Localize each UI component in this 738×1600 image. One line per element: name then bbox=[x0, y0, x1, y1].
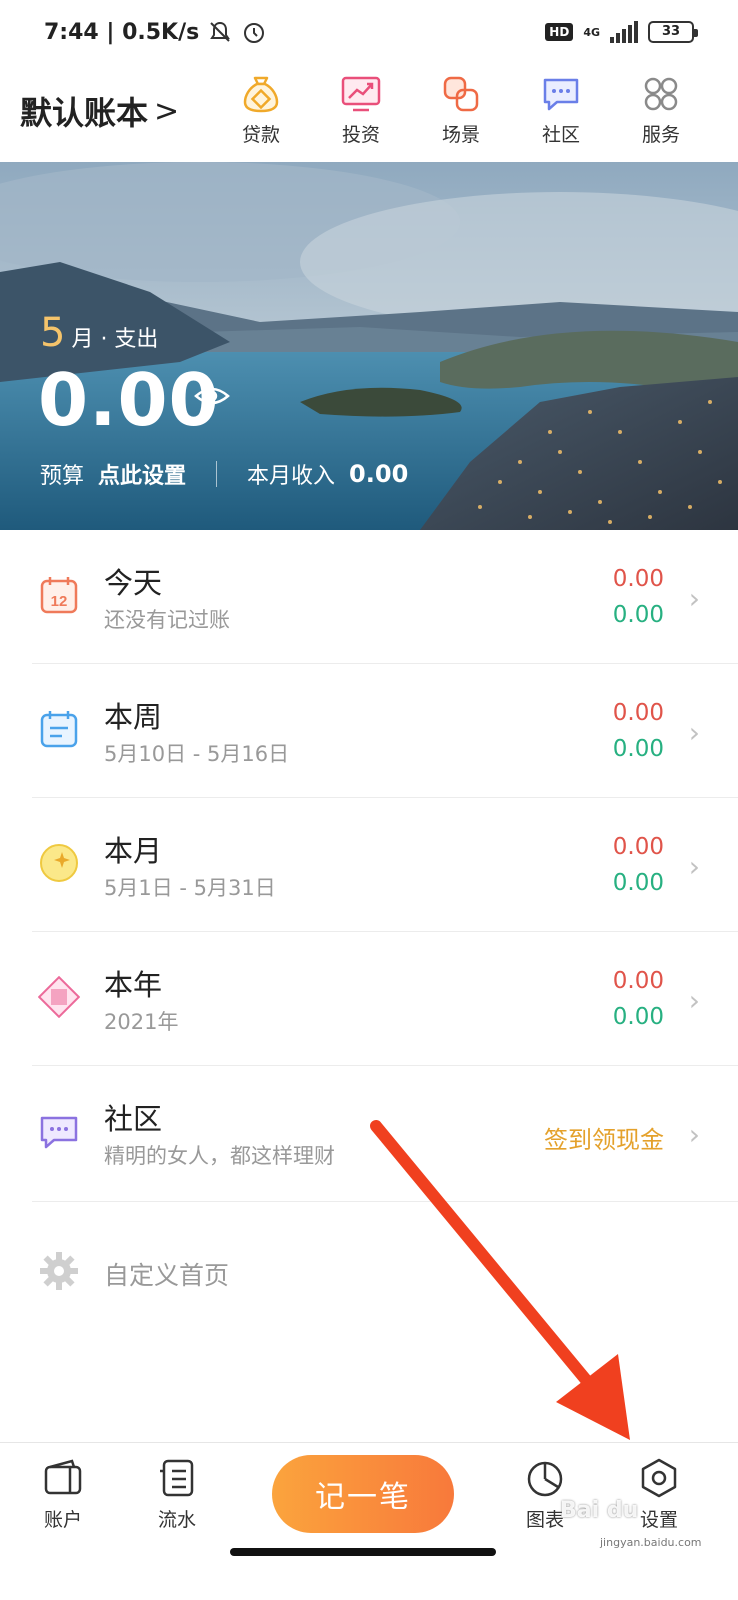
row-subtitle: 5月10日 - 5月16日 bbox=[104, 742, 290, 766]
nav-loan-label: 贷款 bbox=[241, 124, 280, 146]
row-expense: 0.00 bbox=[612, 700, 664, 726]
ledger-icon bbox=[160, 1459, 194, 1497]
list-item-month[interactable]: 本月 5月1日 - 5月31日 0.00 0.00 › bbox=[0, 798, 738, 932]
battery-indicator: 33 bbox=[648, 21, 698, 43]
list-item-today[interactable]: 12 今天 还没有记过账 0.00 0.00 › bbox=[0, 530, 738, 664]
row-subtitle: 精明的女人，都这样理财 bbox=[104, 1144, 335, 1168]
nav-community-label: 社区 bbox=[541, 124, 580, 146]
row-income: 0.00 bbox=[612, 1004, 664, 1030]
expense-amount: 0.00 bbox=[38, 358, 220, 442]
tab-settings-label: 设置 bbox=[639, 1509, 678, 1531]
status-right: HD 4G 33 bbox=[545, 21, 698, 43]
budget-set-link[interactable]: 点此设置 bbox=[98, 458, 186, 490]
nav-scene-label: 场景 bbox=[441, 124, 480, 146]
month-number: 5 bbox=[40, 310, 66, 356]
nav-invest-label: 投资 bbox=[341, 124, 380, 146]
row-title: 社区 bbox=[104, 1102, 163, 1136]
budget-row: 预算 点此设置 本月收入 0.00 bbox=[40, 458, 408, 490]
row-expense: 0.00 bbox=[612, 834, 664, 860]
grid-icon bbox=[644, 77, 678, 111]
investment-chart-icon bbox=[341, 76, 381, 112]
nav-service-label: 服务 bbox=[641, 124, 680, 146]
calendar-12-icon: 12 bbox=[40, 577, 78, 614]
tab-account-label: 账户 bbox=[43, 1509, 82, 1531]
chevron-right-icon: › bbox=[688, 716, 700, 749]
customize-home-label: 自定义首页 bbox=[104, 1261, 230, 1290]
watermark: Bai du bbox=[560, 1498, 639, 1523]
account-book-selector[interactable]: 默认账本 > bbox=[20, 88, 179, 134]
home-indicator[interactable] bbox=[230, 1548, 496, 1556]
nav-community[interactable]: 社区 bbox=[516, 72, 606, 147]
calendar-week-icon bbox=[40, 711, 78, 748]
wallet-icon bbox=[44, 1459, 82, 1495]
row-income: 0.00 bbox=[612, 870, 664, 896]
alarm-icon bbox=[244, 23, 265, 43]
row-title: 今天 bbox=[104, 566, 163, 600]
month-expense-label: 5 月 · 支出 bbox=[40, 310, 158, 356]
hd-badge: HD bbox=[545, 23, 574, 41]
row-income: 0.00 bbox=[612, 736, 664, 762]
divider bbox=[216, 461, 218, 487]
scene-icon bbox=[443, 76, 479, 112]
chat-bubble-icon bbox=[40, 1116, 78, 1149]
tab-flow-label: 流水 bbox=[157, 1509, 196, 1531]
tab-chart-label: 图表 bbox=[525, 1509, 564, 1531]
budget-label: 预算 bbox=[40, 464, 85, 489]
month-label: 月 · 支出 bbox=[71, 327, 159, 352]
chevron-right-icon: › bbox=[688, 850, 700, 883]
top-nav: 默认账本 > 贷款 投资 场景 社区 服务 bbox=[0, 66, 738, 162]
row-title: 本周 bbox=[104, 700, 163, 734]
signal-icon bbox=[610, 21, 638, 43]
annotation-arrow bbox=[370, 1120, 630, 1440]
gear-icon bbox=[40, 1252, 78, 1290]
settings-hexagon-icon bbox=[641, 1458, 677, 1498]
watermark-url: jingyan.baidu.com bbox=[600, 1536, 702, 1549]
network-type: 4G bbox=[583, 25, 600, 39]
account-book-title: 默认账本 bbox=[20, 94, 149, 132]
income-amount: 0.00 bbox=[349, 460, 409, 488]
tab-flow[interactable]: 流水 bbox=[132, 1457, 222, 1532]
row-subtitle: 还没有记过账 bbox=[104, 608, 230, 632]
tab-account[interactable]: 账户 bbox=[18, 1457, 108, 1532]
svg-text:12: 12 bbox=[51, 593, 68, 610]
summary-banner: 5 月 · 支出 0.00 预算 点此设置 本月收入 0.00 bbox=[0, 162, 738, 530]
chevron-right-icon: › bbox=[688, 1118, 700, 1151]
nav-service[interactable]: 服务 bbox=[616, 72, 706, 147]
chat-bubble-icon bbox=[543, 78, 579, 111]
status-bar: 7:44 | 0.5K/s HD 4G 33 bbox=[0, 0, 738, 64]
nav-loan[interactable]: 贷款 bbox=[216, 72, 306, 147]
row-expense: 0.00 bbox=[612, 968, 664, 994]
chevron-right-icon: › bbox=[688, 984, 700, 1017]
row-subtitle: 5月1日 - 5月31日 bbox=[104, 876, 276, 900]
record-entry-button[interactable]: 记一笔 bbox=[272, 1455, 454, 1533]
nav-invest[interactable]: 投资 bbox=[316, 72, 406, 147]
income-label: 本月收入 bbox=[247, 464, 336, 489]
money-bag-icon bbox=[243, 76, 279, 113]
row-subtitle: 2021年 bbox=[104, 1010, 179, 1034]
pie-chart-icon bbox=[527, 1461, 563, 1497]
eye-icon[interactable] bbox=[194, 384, 230, 408]
chevron-right-icon: › bbox=[688, 582, 700, 615]
row-income: 0.00 bbox=[612, 602, 664, 628]
status-left: 7:44 | 0.5K/s bbox=[44, 19, 267, 45]
row-title: 本月 bbox=[104, 834, 163, 868]
diamond-icon bbox=[38, 976, 80, 1018]
mute-bell-icon bbox=[210, 21, 231, 42]
status-time-speed: 7:44 | 0.5K/s bbox=[44, 19, 200, 45]
row-expense: 0.00 bbox=[612, 566, 664, 592]
list-item-week[interactable]: 本周 5月10日 - 5月16日 0.00 0.00 › bbox=[0, 664, 738, 798]
nav-scene[interactable]: 场景 bbox=[416, 72, 506, 147]
row-title: 本年 bbox=[104, 968, 163, 1002]
list-item-year[interactable]: 本年 2021年 0.00 0.00 › bbox=[0, 932, 738, 1066]
moon-icon bbox=[40, 844, 78, 882]
chevron-right-icon: > bbox=[154, 93, 180, 129]
